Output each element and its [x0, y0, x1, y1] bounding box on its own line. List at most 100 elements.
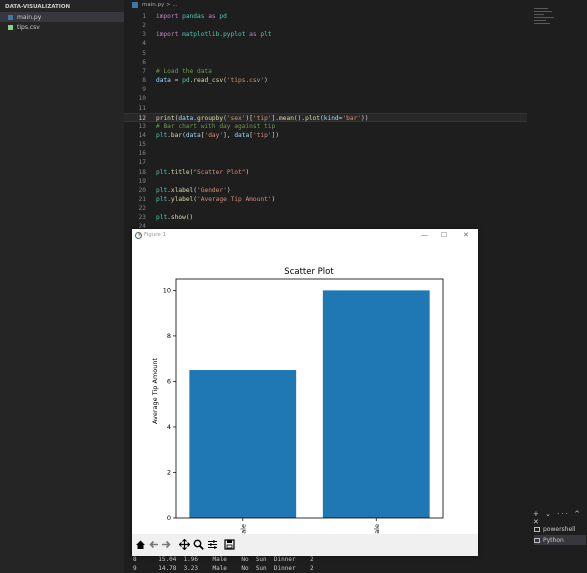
breadcrumb[interactable]: main.py > ...: [124, 0, 535, 10]
home-icon[interactable]: [135, 539, 146, 550]
save-icon[interactable]: [224, 539, 235, 550]
line-number: 19: [138, 177, 146, 185]
figure-title: Figure 1: [144, 232, 167, 238]
terminal-icon: [534, 537, 540, 543]
y-tick-label: 10: [163, 287, 171, 295]
terminal-item-label: Python: [543, 536, 564, 544]
code-line[interactable]: 3 import matplotlib.pyplot as plt: [124, 30, 527, 39]
code-editor[interactable]: 1 import pandas as pd 2 3 import matplotlib.…: [124, 10, 527, 230]
terminal-row: 9 14.78 3.23 Male No Sun Dinner 2: [133, 565, 314, 572]
figure-toolbar: [132, 534, 478, 556]
line-number: 23: [138, 214, 146, 222]
code-line[interactable]: 21 plt.ylabel('Average Tip Amount'): [124, 195, 527, 204]
y-tick-label: 4: [167, 423, 171, 431]
terminal-item-powershell[interactable]: powershell: [534, 524, 586, 534]
code-line[interactable]: 6: [124, 58, 527, 67]
line-number: 20: [138, 186, 146, 194]
terminal-icon: [534, 526, 540, 532]
terminal-item-label: powershell: [543, 525, 576, 533]
code-line[interactable]: 1 import pandas as pd: [124, 12, 527, 21]
x-tick-label: Male: [373, 524, 381, 534]
x-tick-label: Female: [239, 524, 247, 534]
line-number: 7: [142, 67, 146, 75]
code-line[interactable]: 9: [124, 85, 527, 94]
y-tick-label: 0: [167, 514, 171, 522]
code-text: plt.show(): [156, 214, 194, 222]
code-line[interactable]: 5: [124, 49, 527, 58]
file-name: main.py: [17, 13, 42, 21]
code-line[interactable]: 18 plt.title("Scatter Plot"): [124, 168, 527, 177]
line-number: 14: [138, 131, 146, 139]
code-line[interactable]: 10: [124, 94, 527, 103]
csv-file-icon: [8, 24, 13, 30]
minimap[interactable]: [534, 8, 556, 38]
code-line[interactable]: 15: [124, 140, 527, 149]
terminal-row: 8 15.04 1.96 Male No Sun Dinner 2: [133, 556, 314, 563]
code-line[interactable]: 17: [124, 158, 527, 167]
code-text: data = pd.read_csv('tips.csv'): [156, 77, 268, 85]
file-item-main-py[interactable]: main.py: [0, 12, 124, 22]
line-number: 13: [138, 122, 146, 130]
code-line[interactable]: 19: [124, 177, 527, 186]
code-line[interactable]: 4: [124, 39, 527, 48]
line-number: 22: [138, 205, 146, 213]
code-line[interactable]: 22: [124, 204, 527, 213]
matplotlib-logo-icon: [135, 232, 142, 239]
code-line[interactable]: 8 data = pd.read_csv('tips.csv'): [124, 76, 527, 85]
code-line[interactable]: 14 plt.bar(data['day'], data['tip']): [124, 131, 527, 140]
line-number: 8: [142, 77, 146, 85]
code-text: plt.ylabel('Average Tip Amount'): [156, 196, 276, 203]
chart-title: Scatter Plot: [284, 267, 334, 277]
plot-area: Female Male 0 2 4 6 8 10: [163, 278, 444, 534]
python-file-icon: [8, 14, 13, 20]
close-button[interactable]: ✕: [463, 231, 469, 239]
line-number: 11: [138, 104, 146, 112]
line-number: 3: [142, 31, 146, 39]
line-number: 15: [138, 141, 146, 149]
code-line[interactable]: 23 plt.show(): [124, 213, 527, 222]
code-text: # Bar chart with day against tip: [156, 122, 276, 130]
y-axis-label: Average Tip Amount: [151, 358, 159, 425]
bar-chart: Scatter Plot Average Tip Amount Female Ma…: [151, 267, 444, 534]
pan-icon[interactable]: [179, 539, 190, 550]
y-tick-label: 6: [167, 378, 171, 386]
code-text: plt.bar(data['day'], data['tip']): [156, 131, 280, 139]
y-tick-label: 2: [167, 469, 171, 477]
y-tick-label: 8: [167, 332, 171, 340]
back-arrow-icon[interactable]: [148, 539, 159, 550]
code-text: plt.xlabel('Gender'): [156, 186, 231, 194]
file-item-tips-csv[interactable]: tips.csv: [0, 22, 124, 32]
code-text: # Load the data: [156, 67, 212, 75]
code-text: import pandas as pd: [156, 13, 227, 20]
python-file-icon: [132, 2, 138, 8]
maximize-button[interactable]: ☐: [441, 231, 447, 239]
line-number: 21: [138, 196, 146, 203]
file-name: tips.csv: [17, 23, 40, 31]
terminal-item-python[interactable]: Python: [534, 535, 586, 545]
minimize-button[interactable]: —: [421, 231, 428, 239]
code-line[interactable]: 20 plt.xlabel('Gender'): [124, 186, 527, 195]
explorer-title: DATA-VISUALIZATION: [5, 4, 71, 10]
explorer-panel: DATA-VISUALIZATION main.py tips.csv: [0, 0, 124, 573]
line-number: 9: [142, 86, 146, 94]
line-number: 1: [142, 13, 146, 20]
code-text: import matplotlib.pyplot as plt: [156, 31, 272, 39]
zoom-icon[interactable]: [193, 539, 204, 550]
code-line[interactable]: 2: [124, 21, 527, 30]
breadcrumb-label: main.py > ...: [142, 2, 178, 8]
code-line[interactable]: 7 # Load the data: [124, 67, 527, 76]
code-line[interactable]: 12 print(data.groupby('sex')['tip'].mean(…: [124, 112, 527, 122]
code-line[interactable]: 13 # Bar chart with day against tip: [124, 122, 527, 131]
line-number: 4: [142, 40, 146, 48]
configure-subplots-icon[interactable]: [207, 539, 218, 550]
line-number: 5: [142, 49, 146, 57]
line-number: 2: [142, 22, 146, 30]
code-line[interactable]: 11: [124, 104, 527, 113]
forward-arrow-icon[interactable]: [161, 539, 172, 550]
figure-window[interactable]: Figure 1 — ☐ ✕ Scatter Plot Average Tip …: [132, 229, 478, 556]
line-number: 10: [138, 95, 146, 103]
bar-female: [189, 370, 297, 518]
code-line[interactable]: 16: [124, 149, 527, 158]
line-number: 16: [138, 150, 146, 158]
figure-titlebar[interactable]: Figure 1 — ☐ ✕: [132, 229, 478, 243]
